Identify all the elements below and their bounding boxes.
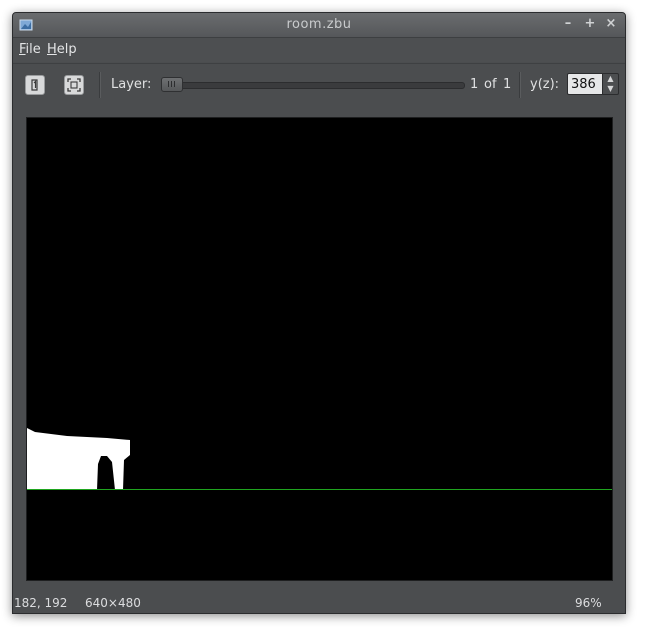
fit-to-window-button[interactable] [64, 75, 84, 95]
open-file-button[interactable] [25, 75, 45, 95]
toolbar: Layer: 1 of 1 y(z): 386 ▲ ▼ [13, 63, 625, 107]
fit-to-window-icon [67, 78, 81, 92]
menu-file[interactable]: File [19, 42, 41, 57]
zoom-level: 96% [575, 596, 602, 610]
window-title: room.zbu [286, 17, 352, 32]
menu-help-mnemonic: H [47, 42, 57, 57]
spin-down-icon[interactable]: ▼ [603, 84, 618, 94]
layer-slider-track[interactable] [161, 82, 465, 89]
toolbar-separator [99, 72, 101, 98]
depth-label: y(z): [530, 77, 560, 92]
toolbar-separator [519, 72, 521, 98]
layer-label: Layer: [111, 77, 152, 92]
close-button[interactable]: × [603, 16, 619, 32]
title-bar[interactable]: room.zbu – + × [13, 13, 625, 38]
image-viewport[interactable] [26, 117, 613, 581]
layer-total: 1 [503, 77, 512, 92]
layer-current: 1 [470, 77, 479, 92]
cursor-position: 182, 192 [14, 596, 68, 610]
menu-help-label: elp [56, 42, 77, 57]
canvas-area [13, 106, 625, 594]
app-window: room.zbu – + × File Help Layer: 1 of 1 y… [12, 12, 626, 614]
layer-slider-handle[interactable] [161, 77, 183, 92]
image-size: 640×480 [85, 596, 141, 610]
menu-file-label: ile [25, 42, 41, 57]
depth-image [27, 428, 612, 490]
depth-spinner: ▲ ▼ [603, 73, 619, 95]
menu-help[interactable]: Help [47, 42, 77, 57]
maximize-button[interactable]: + [582, 16, 598, 32]
minimize-button[interactable]: – [560, 16, 576, 32]
menu-bar: File Help [13, 38, 625, 62]
depth-input[interactable]: 386 [567, 73, 603, 95]
spin-up-icon[interactable]: ▲ [603, 74, 618, 84]
depth-shape [27, 428, 130, 490]
open-file-icon [31, 79, 38, 91]
status-bar: 182, 192 640×480 96% [13, 594, 625, 613]
layer-of: of [484, 77, 497, 92]
